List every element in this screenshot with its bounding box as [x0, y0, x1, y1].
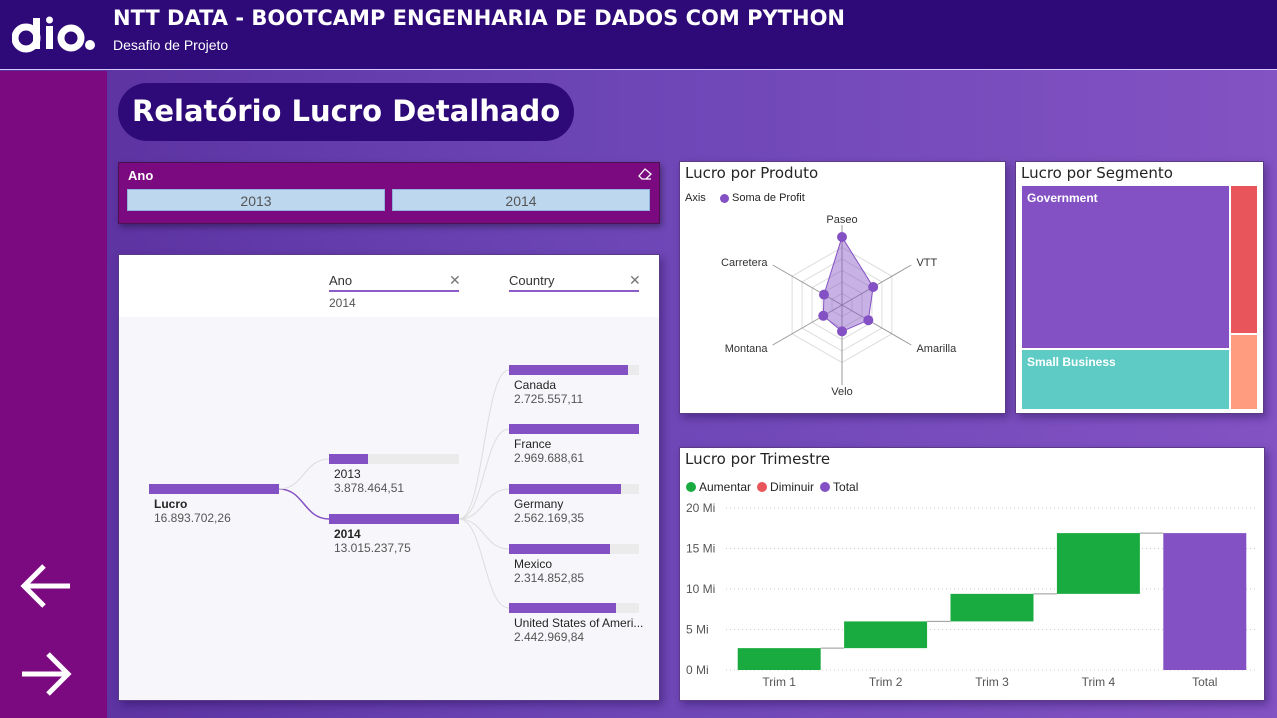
x-tick-label: Trim 2 — [869, 675, 903, 689]
treemap-cell-government[interactable]: Government — [1022, 186, 1229, 348]
header-subtitle: Desafio de Projeto — [113, 37, 229, 53]
country-france-name: France — [514, 437, 552, 451]
radar-chart-card: Lucro por Produto Axis Soma de Profit Pa… — [679, 161, 1006, 414]
radar-axis-label: Carretera — [721, 257, 768, 269]
x-tick-label: Total — [1192, 675, 1217, 689]
legend-dot-total — [820, 482, 831, 492]
radar-data-point[interactable] — [837, 232, 847, 242]
radar-data-point[interactable] — [818, 310, 829, 321]
year-2013-bar-fill — [329, 454, 368, 464]
treemap-card: Lucro por Segmento Government Small Busi… — [1015, 161, 1264, 414]
country-mexico-name: Mexico — [514, 557, 553, 571]
country-canada-value: 2.725.557,11 — [514, 392, 584, 406]
arrow-right-icon[interactable] — [18, 649, 74, 699]
country-mexico-bar-fill — [509, 544, 611, 554]
dio-logo — [12, 16, 95, 53]
header-title: NTT DATA - BOOTCAMP ENGENHARIA DE DADOS … — [113, 6, 845, 30]
legend-label-aumentar: Aumentar — [699, 480, 752, 494]
legend-dot-diminuir — [757, 482, 768, 492]
radar-axis-label: VTT — [916, 257, 937, 269]
year-slicer: Ano 2013 2014 — [118, 162, 660, 224]
country-france-value: 2.969.688,61 — [514, 451, 585, 465]
year-node-2014[interactable] — [329, 514, 459, 524]
left-nav-rail — [0, 71, 107, 718]
legend-dot-aumentar — [686, 482, 696, 492]
radar-title: Lucro por Produto — [685, 164, 819, 182]
root-node-value: 16.893.702,26 — [154, 511, 231, 525]
treemap-label-small-business: Small Business — [1027, 355, 1116, 369]
legend-item-total[interactable]: Total — [820, 480, 858, 494]
radar-data-point[interactable] — [818, 289, 829, 300]
radar-data-point[interactable] — [868, 282, 879, 292]
waterfall-title: Lucro por Trimestre — [685, 450, 831, 468]
radar-data-point[interactable] — [837, 326, 847, 337]
waterfall-bar-increase[interactable] — [1056, 533, 1140, 594]
header-bar: NTT DATA - BOOTCAMP ENGENHARIA DE DADOS … — [0, 0, 1277, 70]
country-usa-name: United States of Ameri... — [514, 616, 644, 630]
slicer-option-2013[interactable]: 2013 — [127, 189, 385, 211]
treemap-cell-3[interactable] — [1231, 186, 1257, 333]
decomposition-tree: Ano ✕ 2014 Country ✕ Lucro 16.893.702,26… — [118, 254, 660, 701]
country-node-germany[interactable] — [509, 484, 639, 494]
year-2014-value: 13.015.237,75 — [334, 541, 411, 555]
root-node-name: Lucro — [154, 497, 188, 511]
country-node-usa[interactable] — [509, 603, 639, 613]
year-2014-bar-fill — [329, 514, 459, 524]
country-mexico-value: 2.314.852,85 — [514, 571, 585, 585]
waterfall-plot: 0 Mi 5 Mi 10 Mi 15 Mi 20 Mi Trim 1 Trim 2 Trim … — [686, 501, 1258, 689]
country-usa-bar-fill — [509, 603, 616, 613]
country-france-bar-fill — [509, 424, 639, 434]
country-node-mexico[interactable] — [509, 544, 639, 554]
x-tick-label: Trim 3 — [975, 675, 1009, 689]
country-usa-value: 2.442.969,84 — [514, 630, 585, 644]
legend-item-aumentar[interactable]: Aumentar — [686, 480, 751, 494]
slicer-label: Ano — [128, 168, 154, 183]
country-node-canada[interactable] — [509, 365, 639, 375]
waterfall-bar-increase[interactable] — [737, 648, 821, 670]
treemap-cell-4[interactable] — [1231, 335, 1257, 409]
radar-data-point[interactable] — [863, 315, 874, 326]
country-germany-bar-fill — [509, 484, 622, 494]
radar-axis-label: Amarilla — [916, 343, 957, 355]
slicer-option-2014[interactable]: 2014 — [392, 189, 650, 211]
radar-axis-label: Montana — [725, 343, 769, 355]
year-node-2013[interactable] — [329, 454, 459, 464]
radar-axis-label: Velo — [831, 386, 852, 398]
country-germany-name: Germany — [514, 497, 564, 511]
y-tick-label: 20 Mi — [686, 501, 715, 515]
root-bar-fill — [149, 484, 279, 494]
legend-label-total: Total — [833, 480, 859, 494]
root-node-bar[interactable] — [149, 484, 279, 494]
waterfall-bar-increase[interactable] — [844, 621, 928, 649]
year-2014-name: 2014 — [334, 527, 361, 541]
country-canada-bar-fill — [509, 365, 629, 375]
year-2013-name: 2013 — [334, 467, 361, 481]
radar-axis-label: Paseo — [826, 214, 857, 226]
waterfall-bar-increase[interactable] — [950, 593, 1034, 622]
treemap-label-government: Government — [1027, 191, 1098, 205]
country-canada-name: Canada — [514, 378, 557, 392]
treemap-title: Lucro por Segmento — [1021, 164, 1173, 182]
radar-plot: Paseo VTT Amarilla Velo Montana Carretera — [721, 214, 957, 398]
country-germany-value: 2.562.169,35 — [514, 511, 585, 525]
y-tick-label: 15 Mi — [686, 542, 715, 556]
y-tick-label: 10 Mi — [686, 582, 715, 596]
waterfall-legend: Aumentar Diminuir Total — [686, 480, 858, 494]
treemap-cell-small-business[interactable]: Small Business — [1022, 350, 1229, 409]
x-tick-label: Trim 4 — [1082, 675, 1116, 689]
legend-label-diminuir: Diminuir — [770, 480, 815, 494]
y-tick-label: 0 Mi — [686, 663, 709, 677]
eraser-icon[interactable] — [637, 167, 653, 181]
arrow-left-icon[interactable] — [18, 561, 74, 611]
year-2013-value: 3.878.464,51 — [334, 481, 405, 495]
waterfall-bar-total[interactable] — [1163, 533, 1247, 670]
country-node-france[interactable] — [509, 424, 639, 434]
x-tick-label: Trim 1 — [762, 675, 796, 689]
waterfall-chart-card: Lucro por Trimestre Aumentar Diminuir To… — [679, 447, 1265, 701]
page-title: Relatório Lucro Detalhado — [118, 83, 575, 141]
legend-item-diminuir[interactable]: Diminuir — [757, 480, 814, 494]
y-tick-label: 5 Mi — [686, 623, 709, 637]
